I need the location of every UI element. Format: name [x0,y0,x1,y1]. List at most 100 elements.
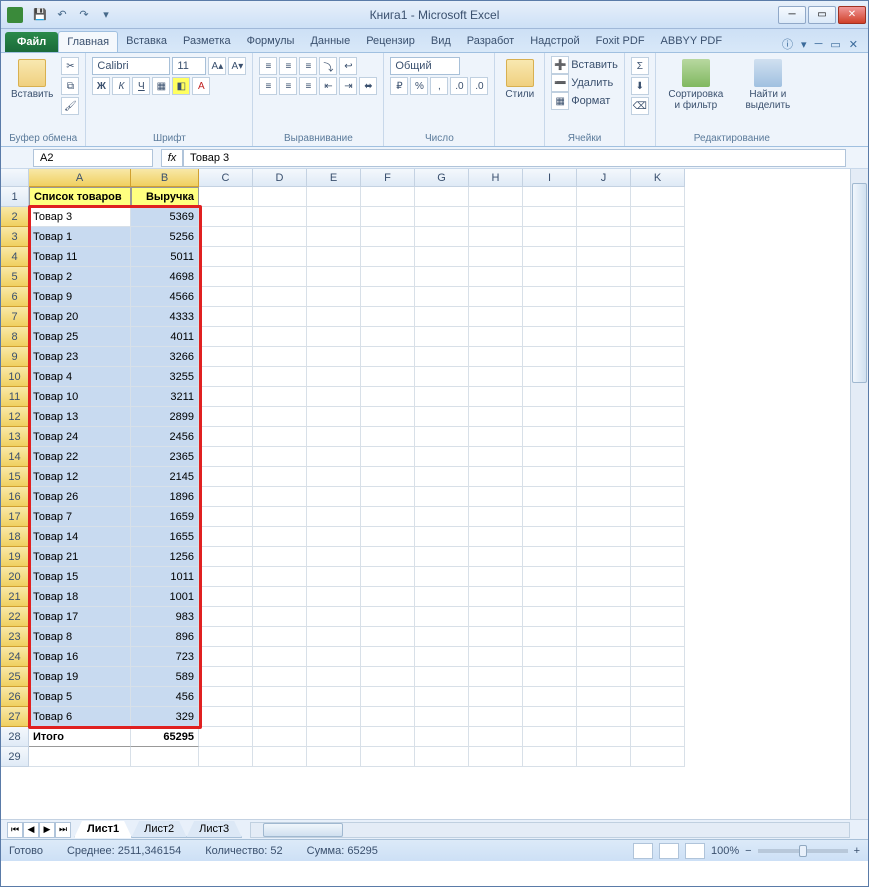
cell-B6[interactable]: 4566 [131,287,199,307]
cell-E3[interactable] [307,227,361,247]
align-center-icon[interactable]: ≡ [279,77,297,95]
cell-A21[interactable]: Товар 18 [29,587,131,607]
cell-G23[interactable] [415,627,469,647]
cell-G18[interactable] [415,527,469,547]
cell-D26[interactable] [253,687,307,707]
cell-D16[interactable] [253,487,307,507]
zoom-slider[interactable] [758,849,848,853]
cell-J23[interactable] [577,627,631,647]
maximize-button[interactable]: ▭ [808,6,836,24]
cell-J12[interactable] [577,407,631,427]
cell-I15[interactable] [523,467,577,487]
fill-icon[interactable]: ⬇ [631,77,649,95]
cell-J26[interactable] [577,687,631,707]
cell-F11[interactable] [361,387,415,407]
cell-A11[interactable]: Товар 10 [29,387,131,407]
cell-F10[interactable] [361,367,415,387]
border-icon[interactable]: ▦ [152,77,170,95]
minimize-button[interactable]: ─ [778,6,806,24]
cell-H10[interactable] [469,367,523,387]
qat-more-icon[interactable]: ▾ [97,6,115,24]
cell-D8[interactable] [253,327,307,347]
cell-B13[interactable]: 2456 [131,427,199,447]
cell-F2[interactable] [361,207,415,227]
cell-A17[interactable]: Товар 7 [29,507,131,527]
cell-G2[interactable] [415,207,469,227]
cut-icon[interactable]: ✂ [61,57,79,75]
doc-restore-icon[interactable]: ▭ [830,38,840,51]
cell-E19[interactable] [307,547,361,567]
percent-icon[interactable]: % [410,77,428,95]
cell-G3[interactable] [415,227,469,247]
cell-J25[interactable] [577,667,631,687]
cell-J14[interactable] [577,447,631,467]
ribbon-tab-7[interactable]: Разработ [459,31,522,52]
cell-G1[interactable] [415,187,469,207]
cell-C26[interactable] [199,687,253,707]
cell-D1[interactable] [253,187,307,207]
cell-K26[interactable] [631,687,685,707]
cell-A3[interactable]: Товар 1 [29,227,131,247]
cell-J22[interactable] [577,607,631,627]
zoom-slider-thumb[interactable] [799,845,807,857]
cell-K10[interactable] [631,367,685,387]
cell-A22[interactable]: Товар 17 [29,607,131,627]
cell-B20[interactable]: 1011 [131,567,199,587]
sheet-nav-last-icon[interactable]: ⏭ [55,822,71,838]
col-header-C[interactable]: C [199,169,253,187]
cell-C10[interactable] [199,367,253,387]
row-header-28[interactable]: 28 [1,727,29,747]
fill-color-icon[interactable]: ◧ [172,77,190,95]
cell-F13[interactable] [361,427,415,447]
grow-font-icon[interactable]: A▴ [208,57,226,75]
cell-K4[interactable] [631,247,685,267]
cell-B1[interactable]: Выручка [131,187,199,207]
cell-D7[interactable] [253,307,307,327]
row-header-20[interactable]: 20 [1,567,29,587]
cell-F22[interactable] [361,607,415,627]
col-header-K[interactable]: K [631,169,685,187]
cell-C8[interactable] [199,327,253,347]
cell-I1[interactable] [523,187,577,207]
cell-H1[interactable] [469,187,523,207]
cell-H26[interactable] [469,687,523,707]
cell-D2[interactable] [253,207,307,227]
cell-K16[interactable] [631,487,685,507]
cell-G25[interactable] [415,667,469,687]
cell-K18[interactable] [631,527,685,547]
cell-B22[interactable]: 983 [131,607,199,627]
cell-H23[interactable] [469,627,523,647]
col-header-J[interactable]: J [577,169,631,187]
cell-F12[interactable] [361,407,415,427]
indent-decrease-icon[interactable]: ⇤ [319,77,337,95]
cell-D27[interactable] [253,707,307,727]
cell-F9[interactable] [361,347,415,367]
merge-icon[interactable]: ⬌ [359,77,377,95]
redo-icon[interactable]: ↷ [75,6,93,24]
cell-I8[interactable] [523,327,577,347]
cell-I21[interactable] [523,587,577,607]
cell-C16[interactable] [199,487,253,507]
orientation-icon[interactable]: ⤵ [319,57,337,75]
select-all-button[interactable] [1,169,29,187]
page-break-view-icon[interactable] [685,843,705,859]
cell-K1[interactable] [631,187,685,207]
cell-H21[interactable] [469,587,523,607]
cell-H11[interactable] [469,387,523,407]
zoom-out-icon[interactable]: − [745,845,751,857]
cell-I11[interactable] [523,387,577,407]
cell-D5[interactable] [253,267,307,287]
row-header-5[interactable]: 5 [1,267,29,287]
cell-G16[interactable] [415,487,469,507]
cell-I9[interactable] [523,347,577,367]
cell-E2[interactable] [307,207,361,227]
horizontal-scrollbar[interactable] [250,822,850,838]
cell-G7[interactable] [415,307,469,327]
cell-K28[interactable] [631,727,685,747]
cell-C11[interactable] [199,387,253,407]
cell-D19[interactable] [253,547,307,567]
styles-button[interactable]: Стили [501,57,538,102]
cell-A23[interactable]: Товар 8 [29,627,131,647]
horizontal-scroll-thumb[interactable] [263,823,343,837]
cells-grid[interactable]: ABCDEFGHIJK1Список товаровВыручка2Товар … [1,169,868,767]
